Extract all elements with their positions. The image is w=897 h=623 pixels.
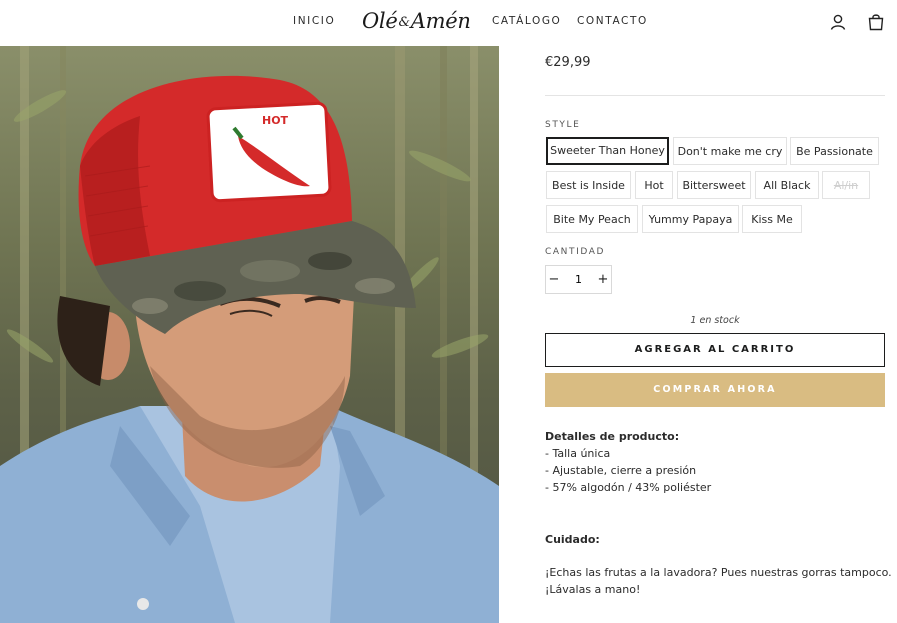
style-label: STYLE xyxy=(545,120,581,130)
details-title: Detalles de producto: xyxy=(545,430,680,443)
style-option-bittersweet[interactable]: Bittersweet xyxy=(677,171,751,199)
nav-contacto[interactable]: CONTACTO xyxy=(577,15,648,27)
cap-patch-text: HOT xyxy=(262,114,289,127)
site-header: INICIO Olé&Amén CATÁLOGO CONTACTO xyxy=(0,0,897,46)
style-option-all-black[interactable]: All Black xyxy=(755,171,819,199)
user-icon[interactable] xyxy=(829,13,847,31)
divider xyxy=(545,95,885,96)
nav-inicio[interactable]: INICIO xyxy=(293,15,335,27)
style-option-yummy-papaya[interactable]: Yummy Papaya xyxy=(642,205,739,233)
stock-status: 1 en stock xyxy=(690,315,740,326)
style-option-dont-make-me-cry[interactable]: Don't make me cry xyxy=(673,137,787,165)
nav-catalogo[interactable]: CATÁLOGO xyxy=(492,15,561,27)
care-title: Cuidado: xyxy=(545,533,600,546)
quantity-input[interactable] xyxy=(562,266,595,293)
cart-icon[interactable] xyxy=(867,13,885,31)
style-option-kiss-me[interactable]: Kiss Me xyxy=(742,205,802,233)
logo-text-right: Amén xyxy=(410,9,471,33)
model-photo-illustration: HOT xyxy=(0,46,499,623)
details-line: - Talla única xyxy=(545,447,611,460)
style-option-all-in[interactable]: Al/in xyxy=(822,171,870,199)
care-line: ¡Echas las frutas a la lavadora? Pues nu… xyxy=(545,566,892,579)
product-image[interactable]: HOT xyxy=(0,46,499,623)
style-option-bite-my-peach[interactable]: Bite My Peach xyxy=(546,205,638,233)
style-option-hot[interactable]: Hot xyxy=(635,171,673,199)
product-price: €29,99 xyxy=(545,55,591,70)
style-option-sweeter-than-honey[interactable]: Sweeter Than Honey xyxy=(546,137,669,165)
details-line: - 57% algodón / 43% poliéster xyxy=(545,481,712,494)
style-option-be-passionate[interactable]: Be Passionate xyxy=(790,137,879,165)
quantity-increase-button[interactable]: + xyxy=(595,266,611,293)
quantity-stepper: − + xyxy=(545,265,612,294)
quantity-label: CANTIDAD xyxy=(545,247,605,257)
logo-text-left: Olé xyxy=(362,9,398,33)
buy-now-button[interactable]: COMPRAR AHORA xyxy=(545,373,885,407)
style-option-best-is-inside[interactable]: Best is Inside xyxy=(546,171,631,199)
site-logo[interactable]: Olé&Amén xyxy=(362,9,471,33)
care-line: ¡Lávalas a mano! xyxy=(545,583,641,596)
logo-ampersand: & xyxy=(398,15,410,30)
add-to-cart-button[interactable]: AGREGAR AL CARRITO xyxy=(545,333,885,367)
quantity-decrease-button[interactable]: − xyxy=(546,266,562,293)
details-line: - Ajustable, cierre a presión xyxy=(545,464,697,477)
